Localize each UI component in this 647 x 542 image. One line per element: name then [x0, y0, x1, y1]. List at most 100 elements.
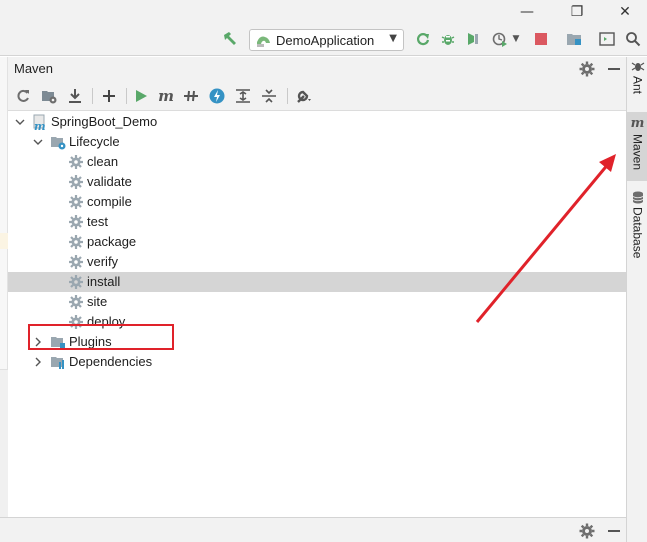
restore-icon: ❐ — [570, 4, 584, 20]
settings-wrench-icon — [297, 90, 311, 103]
maven-icon: m — [630, 116, 645, 131]
stripe-tab-database[interactable]: Database — [627, 187, 647, 267]
generate-sources-button[interactable] — [38, 85, 60, 107]
title-bar: — ❐ ✕ — [0, 0, 647, 24]
goal-gear-icon — [68, 254, 84, 270]
lifecycle-item[interactable]: clean — [8, 152, 626, 172]
bottom-hide-button[interactable] — [605, 522, 623, 540]
terminal-icon — [599, 32, 615, 46]
collapse-all-icon — [262, 89, 276, 103]
lifecycle-item-label: compile — [87, 194, 132, 209]
profiler-button[interactable] — [489, 28, 511, 50]
profiler-icon — [492, 32, 507, 47]
lifecycle-item-label: validate — [87, 174, 132, 189]
reload-icon — [17, 89, 29, 102]
lifecycle-item[interactable]: compile — [8, 192, 626, 212]
lifecycle-item[interactable]: test — [8, 212, 626, 232]
minimize-icon — [608, 68, 620, 70]
lifecycle-item-label: test — [87, 214, 108, 229]
minimize-icon: — — [520, 4, 534, 20]
stop-icon — [535, 33, 547, 45]
tree-node-root[interactable]: m SpringBoot_Demo — [8, 112, 626, 133]
tree-node-label: Dependencies — [69, 354, 153, 369]
add-maven-project-button[interactable] — [98, 85, 120, 107]
chevron-down-icon: ▼ — [512, 34, 520, 44]
panel-hide-button[interactable] — [605, 60, 623, 78]
maven-project-icon: m — [32, 114, 48, 133]
search-icon — [626, 32, 641, 47]
rerun-button[interactable] — [412, 28, 434, 50]
lifecycle-item-label: package — [87, 234, 137, 249]
lifecycle-item[interactable]: validate — [8, 172, 626, 192]
lifecycle-item-label: verify — [87, 254, 119, 269]
show-dependencies-button[interactable] — [232, 85, 254, 107]
project-structure-button[interactable] — [563, 28, 585, 50]
skip-tests-button[interactable] — [206, 85, 228, 107]
chevron-right-icon[interactable] — [32, 355, 44, 369]
run-maven-build-button[interactable] — [130, 85, 152, 107]
goal-gear-icon — [68, 274, 84, 290]
goal-gear-icon — [68, 214, 84, 230]
maven-toolbar: m — [8, 81, 626, 111]
panel-settings-button[interactable] — [578, 60, 596, 78]
stripe-tab-label: Database — [630, 207, 645, 259]
download-sources-button[interactable] — [64, 85, 86, 107]
close-button[interactable]: ✕ — [603, 0, 647, 24]
tree-node-label: SpringBoot_Demo — [51, 114, 158, 129]
run-config-label: DemoApplication — [276, 32, 375, 48]
goal-gear-icon — [68, 234, 84, 250]
profiler-dropdown[interactable]: ▼ — [509, 28, 523, 50]
coverage-button[interactable] — [462, 28, 484, 50]
tree-node-lifecycle[interactable]: Lifecycle — [8, 132, 626, 152]
maven-settings-button[interactable] — [293, 85, 315, 107]
add-icon — [103, 90, 115, 102]
dependencies-folder-icon — [50, 354, 66, 370]
execute-maven-goal-button[interactable]: m — [155, 85, 177, 107]
lifecycle-item[interactable]: site — [8, 292, 626, 312]
toggle-offline-icon — [184, 90, 198, 102]
lifecycle-item-selected[interactable]: install — [8, 272, 626, 292]
restore-button[interactable]: ❐ — [555, 0, 599, 24]
build-button[interactable] — [219, 28, 241, 50]
stripe-tab-label: Maven — [630, 134, 645, 171]
debug-icon — [441, 35, 455, 45]
tree-node-label: Lifecycle — [69, 134, 120, 149]
lifecycle-item[interactable]: package — [8, 232, 626, 252]
lifecycle-folder-icon — [50, 134, 66, 150]
chevron-down-icon[interactable] — [32, 135, 44, 149]
stripe-tab-maven[interactable]: m Maven — [627, 112, 647, 181]
tree-node-dependencies[interactable]: Dependencies — [8, 352, 626, 372]
lifecycle-item-label: install — [87, 274, 121, 289]
terminal-button[interactable] — [596, 28, 618, 50]
chevron-down-icon: ▼ — [389, 33, 397, 44]
main-toolbar: DemoApplication ▼ ▼ — [0, 24, 647, 56]
rerun-icon — [416, 33, 430, 46]
close-icon: ✕ — [619, 4, 631, 20]
run-configuration-dropdown[interactable]: DemoApplication ▼ — [249, 29, 404, 51]
show-dependencies-icon — [236, 89, 250, 103]
skip-tests-icon — [209, 88, 225, 104]
stop-button[interactable] — [530, 28, 552, 50]
maven-tool-window: Maven m m SpringBoot_Demo Lifecycle clea… — [8, 57, 626, 517]
chevron-down-icon[interactable] — [14, 115, 26, 129]
svg-text:m: m — [34, 120, 46, 130]
run-config-icon — [257, 36, 270, 47]
panel-title: Maven — [14, 61, 54, 76]
debug-button[interactable] — [437, 28, 459, 50]
ant-icon — [631, 62, 644, 71]
goal-gear-icon — [68, 294, 84, 310]
minimize-button[interactable]: — — [505, 0, 549, 24]
collapse-all-button[interactable] — [258, 85, 280, 107]
maven-panel-header: Maven — [8, 57, 626, 81]
toggle-offline-button[interactable] — [180, 85, 202, 107]
project-structure-icon — [567, 34, 581, 45]
gear-icon — [579, 61, 595, 77]
bottom-settings-button[interactable] — [578, 522, 596, 540]
lifecycle-item[interactable]: verify — [8, 252, 626, 272]
stripe-tab-ant[interactable]: Ant — [627, 61, 647, 107]
reload-button[interactable] — [12, 85, 34, 107]
goal-gear-icon — [68, 174, 84, 190]
minimize-icon — [608, 530, 620, 532]
hammer-icon — [224, 32, 236, 45]
search-button[interactable] — [622, 28, 644, 50]
